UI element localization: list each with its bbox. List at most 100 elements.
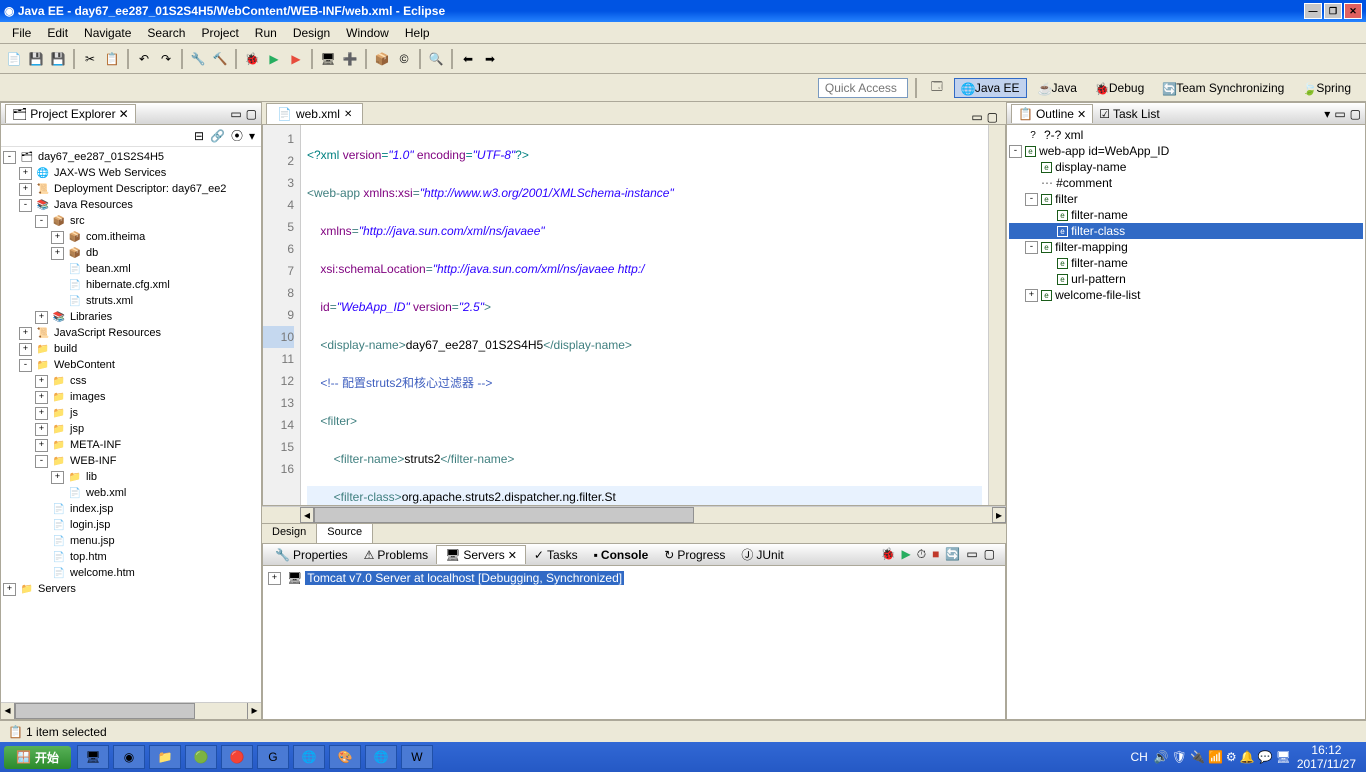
scrollbar-horizontal[interactable]: ◂▸	[1, 702, 261, 719]
editor-area[interactable]: 123 456 789 101112 131415 16 <?xml versi…	[262, 124, 1006, 506]
run-icon[interactable]: ▶	[264, 49, 284, 69]
perspective-javaee[interactable]: 🌐Java EE	[954, 78, 1027, 98]
tray-icon[interactable]: 🔔	[1240, 750, 1255, 764]
tab-progress[interactable]: ↻Progress	[656, 546, 733, 564]
view-menu-icon[interactable]: ▾	[249, 129, 255, 143]
clock[interactable]: 16:12 2017/11/27	[1297, 743, 1356, 771]
new-class-icon[interactable]: ©	[394, 49, 414, 69]
minimize-editor-icon[interactable]: ▭	[971, 110, 982, 124]
outline-tree[interactable]: ??-? xml -e web-app id=WebApp_ID e displ…	[1007, 125, 1365, 719]
perspective-spring[interactable]: 🍃Spring	[1295, 78, 1358, 98]
tab-problems[interactable]: ⚠Problems	[356, 546, 436, 564]
hammer-icon[interactable]: 🔨	[210, 49, 230, 69]
toggle-icon[interactable]: 🔧	[188, 49, 208, 69]
link-editor-icon[interactable]: 🔗	[210, 129, 225, 143]
maximize-bottom-icon[interactable]: ▢	[984, 547, 995, 562]
task-app3-icon[interactable]: G	[257, 745, 289, 769]
new-server-icon[interactable]: ➕	[340, 49, 360, 69]
server-stop-icon[interactable]: ■	[932, 547, 939, 562]
redo-icon[interactable]: ↷	[156, 49, 176, 69]
editor-tab-webxml[interactable]: 📄 web.xml ✕	[266, 103, 363, 124]
expand-icon[interactable]: -	[3, 151, 16, 164]
scrollbar-vertical[interactable]	[988, 125, 1005, 505]
editor-scrollbar-h[interactable]: ◂▸	[262, 506, 1006, 523]
menu-help[interactable]: Help	[397, 24, 438, 42]
tab-console[interactable]: ▪Console	[586, 546, 657, 564]
maximize-pane-icon[interactable]: ▢	[1350, 107, 1361, 121]
search-icon[interactable]: 🔍	[426, 49, 446, 69]
tab-source[interactable]: Source	[317, 524, 373, 543]
menu-design[interactable]: Design	[285, 24, 338, 42]
perspective-java[interactable]: ☕Java	[1031, 78, 1084, 98]
quick-access-input[interactable]	[818, 78, 908, 98]
tray-icon[interactable]: 💬	[1258, 750, 1273, 764]
tab-servers[interactable]: 🖥Servers ✕	[436, 545, 526, 564]
tasklist-tab[interactable]: ☑ Task List	[1093, 105, 1165, 123]
tray-icon[interactable]: 🔊	[1154, 750, 1169, 764]
project-tree[interactable]: -🗂day67_ee287_01S2S4H5 +🌐JAX-WS Web Serv…	[1, 147, 261, 702]
server-profile-icon[interactable]: ⏱	[917, 547, 926, 562]
task-chrome2-icon[interactable]: 🌐	[365, 745, 397, 769]
tab-junit[interactable]: ⒿJUnit	[733, 544, 791, 565]
server-debug-icon[interactable]: 🐞	[881, 547, 896, 562]
server-icon[interactable]: 🖥	[318, 49, 338, 69]
close-button[interactable]: ✕	[1344, 3, 1362, 19]
focus-icon[interactable]: ⦿	[231, 127, 243, 144]
server-row[interactable]: + 🖥 Tomcat v7.0 Server at localhost [Deb…	[267, 570, 1001, 586]
tab-tasks[interactable]: ✓Tasks	[526, 546, 586, 564]
tray-icon[interactable]: ⚙	[1226, 750, 1237, 764]
task-photos-icon[interactable]: 🎨	[329, 745, 361, 769]
collapse-all-icon[interactable]: ⊟	[194, 129, 204, 143]
menu-search[interactable]: Search	[139, 24, 193, 42]
task-explorer-icon[interactable]: 📁	[149, 745, 181, 769]
copy-icon[interactable]: 📋	[102, 49, 122, 69]
run-ext-icon[interactable]: ▶	[286, 49, 306, 69]
start-button[interactable]: 🪟开始	[4, 746, 71, 769]
save-icon[interactable]: 💾	[26, 49, 46, 69]
tab-properties[interactable]: 🔧Properties	[267, 546, 356, 564]
maximize-editor-icon[interactable]: ▢	[987, 110, 998, 124]
server-publish-icon[interactable]: 🔄	[945, 547, 960, 562]
perspective-team[interactable]: 🔄Team Synchronizing	[1155, 78, 1291, 98]
view-menu-icon[interactable]: ▾	[1324, 107, 1330, 121]
task-desktop-icon[interactable]: 🖥	[77, 745, 109, 769]
menu-file[interactable]: File	[4, 24, 39, 42]
menu-project[interactable]: Project	[193, 24, 246, 42]
maximize-pane-icon[interactable]: ▢	[246, 107, 257, 121]
tray-icon[interactable]: 🔌	[1190, 750, 1205, 764]
tray-icon[interactable]: 🛡	[1172, 750, 1187, 764]
task-eclipse-icon[interactable]: ◉	[113, 745, 145, 769]
task-word-icon[interactable]: W	[401, 745, 433, 769]
menu-navigate[interactable]: Navigate	[76, 24, 139, 42]
tab-design[interactable]: Design	[262, 524, 317, 543]
cut-icon[interactable]: ✂	[80, 49, 100, 69]
perspective-debug[interactable]: 🐞Debug	[1088, 78, 1151, 98]
close-tab-icon[interactable]: ✕	[119, 107, 129, 121]
undo-icon[interactable]: ↶	[134, 49, 154, 69]
debug-icon[interactable]: 🐞	[242, 49, 262, 69]
back-icon[interactable]: ⬅	[458, 49, 478, 69]
forward-icon[interactable]: ➡	[480, 49, 500, 69]
open-perspective-icon[interactable]: 🗔	[924, 75, 950, 100]
menu-edit[interactable]: Edit	[39, 24, 76, 42]
minimize-button[interactable]: —	[1304, 3, 1322, 19]
task-app-icon[interactable]: 🟢	[185, 745, 217, 769]
minimize-pane-icon[interactable]: ▭	[1334, 107, 1345, 121]
project-explorer-tab[interactable]: 🗂 Project Explorer ✕	[5, 104, 136, 123]
task-app2-icon[interactable]: 🔴	[221, 745, 253, 769]
close-tab-icon[interactable]: ✕	[344, 109, 352, 120]
minimize-pane-icon[interactable]: ▭	[230, 107, 241, 121]
minimize-bottom-icon[interactable]: ▭	[966, 547, 977, 562]
maximize-button[interactable]: ❐	[1324, 3, 1342, 19]
server-run-icon[interactable]: ▶	[902, 547, 911, 562]
tray-icon[interactable]: 🖥	[1276, 750, 1291, 764]
save-all-icon[interactable]: 💾	[48, 49, 68, 69]
language-indicator[interactable]: CH	[1130, 750, 1147, 764]
new-pkg-icon[interactable]: 📦	[372, 49, 392, 69]
new-icon[interactable]: 📄	[4, 49, 24, 69]
tray-icon[interactable]: 📶	[1208, 750, 1223, 764]
menu-window[interactable]: Window	[338, 24, 397, 42]
menu-run[interactable]: Run	[247, 24, 285, 42]
task-chrome-icon[interactable]: 🌐	[293, 745, 325, 769]
code-content[interactable]: <?xml version="1.0" encoding="UTF-8"?> <…	[301, 125, 988, 505]
